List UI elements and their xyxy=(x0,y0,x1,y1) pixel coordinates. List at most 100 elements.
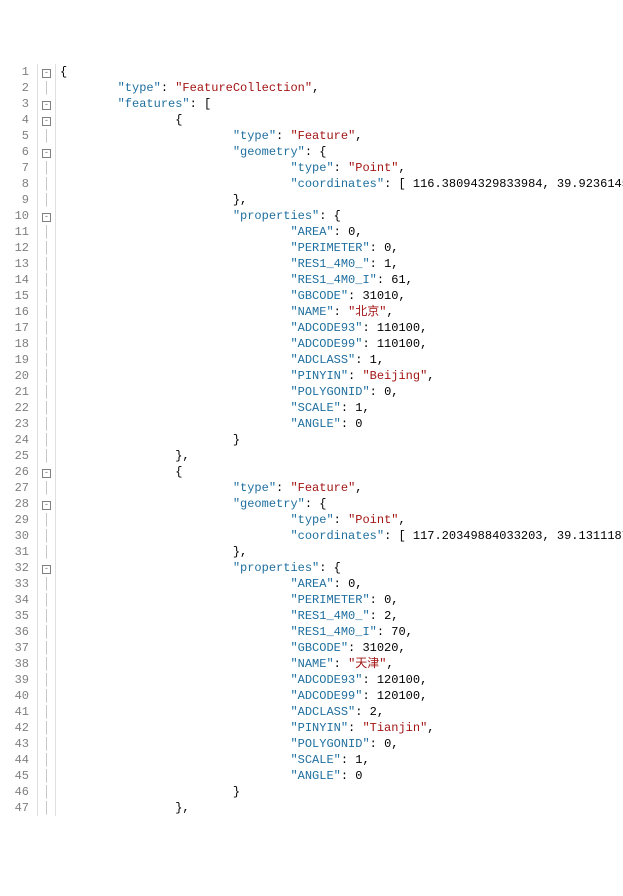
token-punct: : xyxy=(276,129,290,143)
code-line[interactable]: }, xyxy=(60,544,623,560)
fold-marker[interactable]: - xyxy=(38,112,55,128)
code-line[interactable]: "GBCODE": 31010, xyxy=(60,288,623,304)
code-line[interactable]: { xyxy=(60,64,623,80)
code-line[interactable]: "properties": { xyxy=(60,560,623,576)
token-num: 120100 xyxy=(377,689,420,703)
token-key: "ANGLE" xyxy=(290,769,340,783)
code-line[interactable]: "PERIMETER": 0, xyxy=(60,240,623,256)
token-punct: : xyxy=(362,689,376,703)
fold-marker: │ xyxy=(38,304,55,320)
fold-marker: │ xyxy=(38,160,55,176)
fold-collapse-icon[interactable]: - xyxy=(42,213,51,222)
token-punct: , xyxy=(398,641,405,655)
code-line[interactable]: "ANGLE": 0 xyxy=(60,768,623,784)
fold-collapse-icon[interactable]: - xyxy=(42,117,51,126)
code-line[interactable]: "AREA": 0, xyxy=(60,224,623,240)
fold-marker[interactable]: - xyxy=(38,464,55,480)
token-punct: : xyxy=(334,225,348,239)
code-line[interactable]: "ADCODE99": 110100, xyxy=(60,336,623,352)
token-key: "geometry" xyxy=(233,145,305,159)
fold-marker: │ xyxy=(38,400,55,416)
fold-collapse-icon[interactable]: - xyxy=(42,149,51,158)
line-number: 45 xyxy=(0,768,29,784)
fold-collapse-icon[interactable]: - xyxy=(42,69,51,78)
token-punct: : xyxy=(341,401,355,415)
fold-marker[interactable]: - xyxy=(38,560,55,576)
token-key: "features" xyxy=(118,97,190,111)
token-key: "properties" xyxy=(233,561,319,575)
line-number: 32 xyxy=(0,560,29,576)
code-line[interactable]: "SCALE": 1, xyxy=(60,752,623,768)
code-line[interactable]: "NAME": "天津", xyxy=(60,656,623,672)
code-line[interactable]: } xyxy=(60,432,623,448)
code-line[interactable]: "properties": { xyxy=(60,208,623,224)
line-number: 38 xyxy=(0,656,29,672)
fold-marker[interactable]: - xyxy=(38,144,55,160)
code-content[interactable]: { "type": "FeatureCollection", "features… xyxy=(56,64,623,816)
code-line[interactable]: "AREA": 0, xyxy=(60,576,623,592)
code-line[interactable]: { xyxy=(60,464,623,480)
fold-collapse-icon[interactable]: - xyxy=(42,565,51,574)
code-line[interactable]: "ANGLE": 0 xyxy=(60,416,623,432)
code-line[interactable]: "RES1_4M0_": 2, xyxy=(60,608,623,624)
code-line[interactable]: } xyxy=(60,784,623,800)
code-line[interactable]: "RES1_4M0_": 1, xyxy=(60,256,623,272)
token-punct: : xyxy=(370,385,384,399)
token-punct: : xyxy=(334,657,348,671)
fold-marker[interactable]: - xyxy=(38,496,55,512)
code-line[interactable]: "type": "Point", xyxy=(60,512,623,528)
token-punct: : xyxy=(334,161,348,175)
line-number: 42 xyxy=(0,720,29,736)
code-line[interactable]: "ADCLASS": 1, xyxy=(60,352,623,368)
code-line[interactable]: "ADCODE93": 110100, xyxy=(60,320,623,336)
code-line[interactable]: "PINYIN": "Beijing", xyxy=(60,368,623,384)
fold-marker[interactable]: - xyxy=(38,64,55,80)
code-line[interactable]: "ADCLASS": 2, xyxy=(60,704,623,720)
token-punct: : xyxy=(377,273,391,287)
line-number: 35 xyxy=(0,608,29,624)
line-number: 37 xyxy=(0,640,29,656)
token-punct: : xyxy=(370,593,384,607)
code-line[interactable]: "type": "Feature", xyxy=(60,128,623,144)
fold-marker[interactable]: - xyxy=(38,96,55,112)
token-punct: , xyxy=(391,257,398,271)
code-line[interactable]: "POLYGONID": 0, xyxy=(60,736,623,752)
code-line[interactable]: "ADCODE93": 120100, xyxy=(60,672,623,688)
code-line[interactable]: }, xyxy=(60,192,623,208)
code-line[interactable]: "SCALE": 1, xyxy=(60,400,623,416)
fold-collapse-icon[interactable]: - xyxy=(42,101,51,110)
fold-collapse-icon[interactable]: - xyxy=(42,469,51,478)
fold-collapse-icon[interactable]: - xyxy=(42,501,51,510)
code-line[interactable]: "type": "Point", xyxy=(60,160,623,176)
code-line[interactable]: "RES1_4M0_I": 70, xyxy=(60,624,623,640)
line-number: 16 xyxy=(0,304,29,320)
code-line[interactable]: }, xyxy=(60,800,623,816)
token-punct: , xyxy=(386,305,393,319)
code-line[interactable]: "coordinates": [ 116.38094329833984, 39.… xyxy=(60,176,623,192)
line-number: 31 xyxy=(0,544,29,560)
token-key: "RES1_4M0_" xyxy=(290,609,369,623)
line-number: 33 xyxy=(0,576,29,592)
code-line[interactable]: "features": [ xyxy=(60,96,623,112)
token-num: 117.20349884033203 xyxy=(413,529,543,543)
code-line[interactable]: { xyxy=(60,112,623,128)
code-line[interactable]: "POLYGONID": 0, xyxy=(60,384,623,400)
code-line[interactable]: "type": "FeatureCollection", xyxy=(60,80,623,96)
code-line[interactable]: "geometry": { xyxy=(60,144,623,160)
code-line[interactable]: "RES1_4M0_I": 61, xyxy=(60,272,623,288)
code-line[interactable]: "ADCODE99": 120100, xyxy=(60,688,623,704)
fold-marker: │ xyxy=(38,224,55,240)
fold-marker[interactable]: - xyxy=(38,208,55,224)
code-line[interactable]: "GBCODE": 31020, xyxy=(60,640,623,656)
line-number: 11 xyxy=(0,224,29,240)
code-line[interactable]: "coordinates": [ 117.20349884033203, 39.… xyxy=(60,528,623,544)
code-line[interactable]: "geometry": { xyxy=(60,496,623,512)
code-line[interactable]: }, xyxy=(60,448,623,464)
token-key: "coordinates" xyxy=(290,529,384,543)
code-line[interactable]: "type": "Feature", xyxy=(60,480,623,496)
token-num: 39.13111877441406 xyxy=(557,529,623,543)
code-line[interactable]: "PERIMETER": 0, xyxy=(60,592,623,608)
code-line[interactable]: "PINYIN": "Tianjin", xyxy=(60,720,623,736)
code-line[interactable]: "NAME": "北京", xyxy=(60,304,623,320)
fold-marker: │ xyxy=(38,672,55,688)
